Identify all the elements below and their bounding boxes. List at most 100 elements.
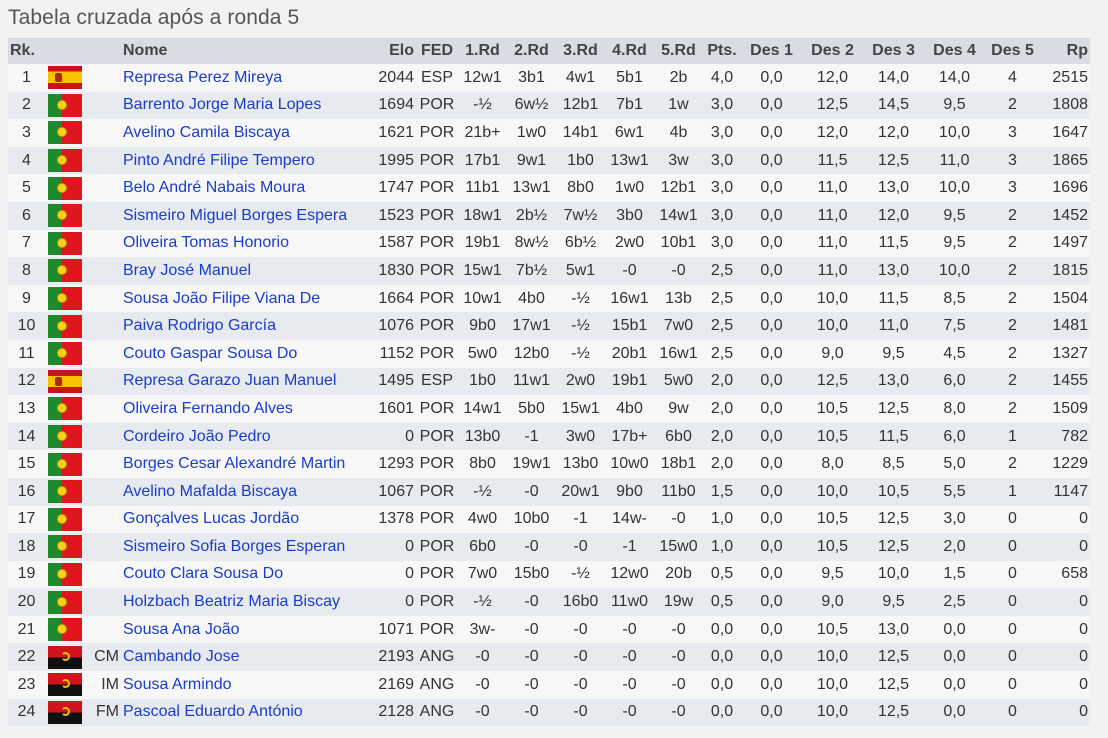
performance-cell: 782 xyxy=(1040,422,1090,451)
round-4-result: 20b1 xyxy=(605,339,654,368)
round-5-result: -0 xyxy=(654,698,703,727)
tiebreak-3-cell: 9,5 xyxy=(863,588,924,616)
col-header-tiebreak-3[interactable]: Des 3 xyxy=(863,38,924,64)
col-header-rank[interactable]: Rk. xyxy=(8,38,45,64)
col-header-tiebreak-5[interactable]: Des 5 xyxy=(985,38,1040,64)
rank-cell: 11 xyxy=(8,339,45,368)
col-header-round-5[interactable]: 5.Rd xyxy=(654,38,703,64)
col-header-tiebreak-1[interactable]: Des 1 xyxy=(741,38,802,64)
player-name-link[interactable]: Couto Clara Sousa Do xyxy=(121,560,370,589)
round-5-result: 16w1 xyxy=(654,339,703,368)
tiebreak-4-cell: 8,5 xyxy=(924,284,985,313)
player-name-link[interactable]: Represa Perez Mireya xyxy=(121,64,370,92)
rank-cell: 15 xyxy=(8,450,45,478)
flag-esp-icon xyxy=(48,369,82,393)
player-name-link[interactable]: Cordeiro João Pedro xyxy=(121,422,370,451)
tiebreak-5-cell: 3 xyxy=(985,146,1040,175)
player-name-link[interactable]: Represa Garazo Juan Manuel xyxy=(121,367,370,396)
player-name-link[interactable]: Pascoal Eduardo António xyxy=(121,698,370,727)
federation-cell: POR xyxy=(416,477,458,506)
round-4-result: 4b0 xyxy=(605,395,654,423)
player-name-link[interactable]: Sismeiro Sofia Borges Esperan xyxy=(121,533,370,561)
round-1-result: 17b1 xyxy=(458,146,507,175)
performance-cell: 0 xyxy=(1040,505,1090,534)
federation-cell: ESP xyxy=(416,367,458,396)
player-title: FM xyxy=(85,698,121,727)
col-header-round-4[interactable]: 4.Rd xyxy=(605,38,654,64)
player-name-link[interactable]: Borges Cesar Alexandré Martin xyxy=(121,450,370,478)
federation-cell: POR xyxy=(416,229,458,258)
round-1-result: 12w1 xyxy=(458,64,507,92)
player-name-link[interactable]: Sousa João Filipe Viana De xyxy=(121,284,370,313)
player-name-link[interactable]: Oliveira Fernando Alves xyxy=(121,395,370,423)
round-1-result: 4w0 xyxy=(458,505,507,534)
round-3-result: 2w0 xyxy=(556,367,605,396)
player-name-link[interactable]: Cambando Jose xyxy=(121,643,370,672)
tiebreak-4-cell: 5,5 xyxy=(924,477,985,506)
round-1-result: 5w0 xyxy=(458,339,507,368)
player-name-link[interactable]: Sismeiro Miguel Borges Espera xyxy=(121,201,370,230)
player-name-link[interactable]: Pinto André Filipe Tempero xyxy=(121,146,370,175)
tiebreak-5-cell: 0 xyxy=(985,560,1040,589)
round-4-result: 15b1 xyxy=(605,312,654,340)
flag-por-icon xyxy=(48,176,82,200)
col-header-name[interactable]: Nome xyxy=(121,38,370,64)
rank-cell: 2 xyxy=(8,91,45,120)
round-3-result: 15w1 xyxy=(556,395,605,423)
player-name-link[interactable]: Bray José Manuel xyxy=(121,257,370,285)
round-3-result: -0 xyxy=(556,698,605,727)
rank-cell: 9 xyxy=(8,284,45,313)
col-header-fed[interactable]: FED xyxy=(416,38,458,64)
federation-cell: POR xyxy=(416,146,458,175)
flag-por-icon xyxy=(48,507,82,531)
player-name-link[interactable]: Oliveira Tomas Honorio xyxy=(121,229,370,258)
player-name-link[interactable]: Avelino Mafalda Biscaya xyxy=(121,477,370,506)
tiebreak-5-cell: 2 xyxy=(985,312,1040,340)
table-row: 23 IM Sousa Armindo 2169 ANG -0 -0 -0 -0 -0 0,0 0,0… xyxy=(8,671,1090,699)
col-header-rp[interactable]: Rp xyxy=(1040,38,1090,64)
player-name-link[interactable]: Avelino Camila Biscaya xyxy=(121,119,370,147)
player-title xyxy=(85,312,121,340)
table-row: 7 Oliveira Tomas Honorio 1587 POR 19b1 8w½ 6b½… xyxy=(8,229,1090,258)
tiebreak-4-cell: 10,0 xyxy=(924,119,985,147)
player-name-link[interactable]: Belo André Nabais Moura xyxy=(121,174,370,202)
tiebreak-5-cell: 2 xyxy=(985,91,1040,120)
flag-por-icon xyxy=(48,93,82,117)
round-5-result: 19w xyxy=(654,588,703,616)
tiebreak-4-cell: 6,0 xyxy=(924,422,985,451)
col-header-round-1[interactable]: 1.Rd xyxy=(458,38,507,64)
flag-cell xyxy=(45,698,85,727)
table-row: 8 Bray José Manuel 1830 POR 15w1 7b½ 5w1 -0 -0 2,… xyxy=(8,257,1090,285)
player-name-link[interactable]: Barrento Jorge Maria Lopes xyxy=(121,91,370,120)
table-row: 18 Sismeiro Sofia Borges Esperan 0 POR 6b0 -0… xyxy=(8,533,1090,561)
elo-cell: 0 xyxy=(370,533,416,561)
col-header-round-3[interactable]: 3.Rd xyxy=(556,38,605,64)
round-3-result: 12b1 xyxy=(556,91,605,120)
col-header-tiebreak-4[interactable]: Des 4 xyxy=(924,38,985,64)
player-name-link[interactable]: Sousa Ana João xyxy=(121,615,370,644)
points-cell: 2,5 xyxy=(703,284,741,313)
rank-cell: 16 xyxy=(8,477,45,506)
player-title: IM xyxy=(85,671,121,699)
round-5-result: -0 xyxy=(654,505,703,534)
points-cell: 4,0 xyxy=(703,64,741,92)
performance-cell: 1229 xyxy=(1040,450,1090,478)
player-name-link[interactable]: Sousa Armindo xyxy=(121,671,370,699)
tiebreak-2-cell: 10,0 xyxy=(802,671,863,699)
player-name-link[interactable]: Paiva Rodrigo García xyxy=(121,312,370,340)
col-header-elo[interactable]: Elo xyxy=(370,38,416,64)
player-name-link[interactable]: Couto Gaspar Sousa Do xyxy=(121,339,370,368)
table-row: 16 Avelino Mafalda Biscaya 1067 POR -½ -0 20w1… xyxy=(8,477,1090,506)
player-name-link[interactable]: Gonçalves Lucas Jordão xyxy=(121,505,370,534)
round-4-result: 14w- xyxy=(605,505,654,534)
round-3-result: 4w1 xyxy=(556,64,605,92)
col-header-round-2[interactable]: 2.Rd xyxy=(507,38,556,64)
tiebreak-5-cell: 0 xyxy=(985,588,1040,616)
table-row: 22 CM Cambando Jose 2193 ANG -0 -0 -0 -0 -0 0,0 0,0… xyxy=(8,643,1090,672)
round-5-result: -0 xyxy=(654,671,703,699)
round-1-result: 13b0 xyxy=(458,422,507,451)
col-header-points[interactable]: Pts. xyxy=(703,38,741,64)
player-name-link[interactable]: Holzbach Beatriz Maria Biscay xyxy=(121,588,370,616)
tiebreak-2-cell: 11,0 xyxy=(802,257,863,285)
col-header-tiebreak-2[interactable]: Des 2 xyxy=(802,38,863,64)
